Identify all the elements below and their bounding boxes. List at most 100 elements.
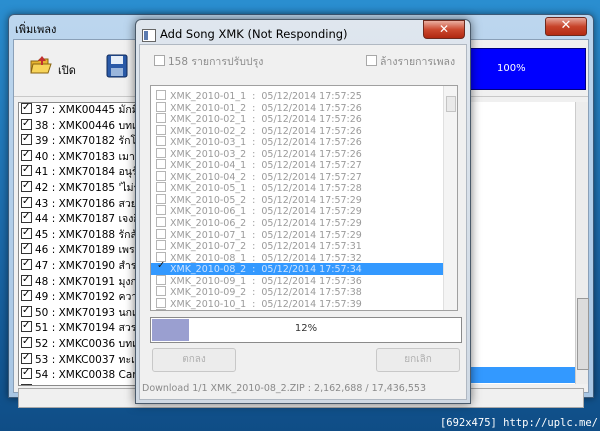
file-list-item[interactable]: XMK_2010-03_1:05/12/2014 17:57:26 — [151, 136, 443, 148]
file-list-item[interactable]: XMK_2010-01_2:05/12/2014 17:57:26 — [151, 101, 443, 114]
song-checkbox[interactable] — [21, 147, 32, 162]
file-checkbox[interactable] — [156, 136, 166, 147]
main-window-close-button[interactable]: ✕ — [545, 17, 587, 36]
song-checkbox[interactable] — [21, 381, 32, 385]
file-list-item[interactable]: XMK_2010-06_1:05/12/2014 17:57:29 — [151, 205, 443, 217]
song-checkbox[interactable] — [21, 178, 32, 194]
file-list-item[interactable]: XMK_2010-05_1:05/12/2014 17:57:28 — [151, 182, 443, 194]
file-checkbox[interactable] — [156, 170, 166, 181]
song-list-item[interactable]: 37 : XMK00445 มักมี — [19, 103, 141, 119]
song-checkbox[interactable] — [21, 225, 32, 240]
file-checkbox[interactable] — [156, 228, 166, 239]
song-checkbox[interactable] — [21, 256, 32, 272]
song-list-item[interactable]: 40 : XMK70183 เมาเ — [19, 147, 141, 166]
song-list-item[interactable]: 49 : XMK70192 ความ — [19, 287, 141, 306]
file-list-item[interactable]: XMK_2010-02_1:05/12/2014 17:57:26 — [151, 113, 443, 125]
file-list-scrollbar[interactable] — [443, 86, 457, 310]
file-list-item[interactable]: XMK_2010-09_2:05/12/2014 17:57:38 — [151, 286, 443, 298]
song-checkbox[interactable] — [21, 162, 32, 178]
file-list-item[interactable]: XMK_2010-08_2:05/12/2014 17:57:34 — [151, 260, 443, 275]
song-checkbox[interactable] — [21, 209, 32, 225]
clear-songs-option[interactable]: ล้างรายการเพลง — [366, 53, 455, 70]
file-date: 05/12/2014 17:57:26 — [261, 125, 362, 137]
file-list-item[interactable]: XMK_2010-04_2:05/12/2014 17:57:27 — [151, 170, 443, 183]
file-list-item[interactable]: XMK_2010-06_2:05/12/2014 17:57:29 — [151, 217, 443, 229]
file-checkbox[interactable] — [156, 309, 166, 310]
dialog-close-button[interactable]: ✕ — [423, 20, 465, 39]
file-checkbox[interactable] — [156, 274, 166, 285]
song-list-item[interactable]: 46 : XMK70189 เพราะ — [19, 240, 141, 259]
file-checkbox[interactable] — [156, 159, 166, 170]
song-label: 52 : XMKC0036 บทเรี — [35, 337, 142, 350]
ok-button[interactable]: ตกลง — [152, 348, 236, 372]
song-checkbox[interactable] — [21, 350, 32, 365]
song-list[interactable]: 37 : XMK00445 มักมี 38 : XMK00446 บทเรี 39… — [18, 102, 142, 386]
file-checkbox[interactable] — [156, 182, 166, 193]
file-checkbox[interactable] — [156, 147, 166, 158]
song-checkbox[interactable] — [21, 103, 32, 116]
song-checkbox[interactable] — [21, 116, 32, 131]
song-list-item[interactable]: 50 : XMK70193 นกเบ — [19, 303, 141, 322]
update-count-checkbox[interactable] — [154, 55, 165, 66]
file-date: 05/12/2014 17:57:29 — [261, 206, 362, 218]
song-list-item[interactable]: 53 : XMKC0037 ทะเล — [19, 350, 141, 369]
song-list-item[interactable]: 39 : XMK70182 รักโก — [19, 131, 141, 150]
song-checkbox[interactable] — [21, 240, 32, 256]
song-checkbox[interactable] — [21, 303, 32, 318]
file-checkbox[interactable] — [156, 193, 166, 204]
song-list-item[interactable]: 43 : XMK70186 สวยใ — [19, 194, 141, 213]
file-date: 05/12/2014 17:57:26 — [261, 114, 362, 126]
file-list[interactable]: XMK_2010-01_1:05/12/2014 17:57:25 XMK_201… — [150, 85, 458, 311]
cancel-button[interactable]: ยกเลิก — [376, 348, 460, 372]
open-button[interactable]: เปิด — [30, 54, 90, 82]
song-list-item[interactable]: 54 : XMKC0038 Can't — [19, 365, 141, 384]
song-list-item[interactable]: 48 : XMK70191 มุงกร — [19, 272, 142, 291]
song-list-scrollbar[interactable] — [575, 102, 589, 384]
file-date: 05/12/2014 17:57:28 — [261, 183, 362, 195]
file-checkbox[interactable] — [156, 297, 166, 308]
file-list-item[interactable]: XMK_2010-05_2:05/12/2014 17:57:29 — [151, 193, 443, 206]
song-checkbox[interactable] — [21, 194, 32, 209]
file-list-item[interactable]: XMK_2010-02_2:05/12/2014 17:57:26 — [151, 124, 443, 137]
file-list-item[interactable]: XMK_2010-04_1:05/12/2014 17:57:27 — [151, 159, 443, 171]
song-checkbox[interactable] — [21, 131, 32, 147]
file-checkbox[interactable] — [156, 101, 166, 112]
scrollbar-thumb[interactable] — [577, 298, 589, 370]
file-list-item[interactable]: XMK_2010-03_2:05/12/2014 17:57:26 — [151, 147, 443, 160]
save-icon[interactable] — [106, 54, 128, 78]
file-checkbox[interactable] — [156, 113, 166, 124]
song-list-item[interactable]: 44 : XMK70187 เจงกิ — [19, 209, 141, 228]
song-list-item[interactable]: 55 : XMKC0039 ชมชู — [19, 381, 141, 385]
clear-songs-checkbox[interactable] — [366, 55, 377, 66]
file-list-item[interactable]: XMK_2010-09_1:05/12/2014 17:57:36 — [151, 274, 443, 287]
song-checkbox[interactable] — [21, 272, 32, 287]
scrollbar-thumb[interactable] — [446, 96, 456, 112]
file-checkbox[interactable] — [156, 240, 166, 251]
song-checkbox[interactable] — [21, 318, 32, 334]
file-list-item[interactable]: XMK_2010-08_1:05/12/2014 17:57:32 — [151, 251, 443, 264]
file-list-item[interactable]: XMK_2010-10_1: 05/12/2014 17:57:39 — [151, 297, 443, 310]
song-checkbox[interactable] — [21, 287, 32, 303]
song-list-item[interactable]: 42 : XMK70185 'ไม่รัก — [19, 178, 141, 197]
file-separator: : — [252, 125, 256, 137]
file-checkbox[interactable] — [156, 286, 166, 297]
file-list-item[interactable]: XMK_2010-07_1:05/12/2014 17:57:29 — [151, 228, 443, 241]
song-checkbox[interactable] — [21, 365, 32, 381]
song-list-item[interactable]: 51 : XMK70194 สวรร — [19, 318, 141, 337]
file-list-item[interactable]: XMK_2010-01_1:05/12/2014 17:57:25 — [151, 90, 443, 102]
song-list-item[interactable]: 47 : XMK70190 สำรว — [19, 256, 141, 275]
song-list-item[interactable]: 45 : XMK70188 รักสับ — [19, 225, 141, 244]
song-list-item[interactable]: 52 : XMKC0036 บทเรี — [19, 334, 142, 353]
song-list-item[interactable]: 38 : XMK00446 บทเรี — [19, 116, 141, 135]
file-checkbox[interactable] — [156, 90, 166, 100]
file-list-item[interactable]: XMK_2010-10_2: 05/12/2014 17:57:40 — [151, 309, 443, 310]
song-checkbox[interactable] — [21, 334, 32, 350]
song-list-item[interactable]: 41 : XMK70184 อนุรัก — [19, 162, 141, 181]
file-checkbox[interactable] — [156, 260, 166, 274]
file-checkbox[interactable] — [156, 217, 166, 228]
file-list-item[interactable]: XMK_2010-07_2:05/12/2014 17:57:31 — [151, 240, 443, 252]
update-count-option[interactable]: 158 รายการปรับปรุง — [154, 53, 263, 70]
file-checkbox[interactable] — [156, 124, 166, 135]
song-label: 48 : XMK70191 มุงกร — [35, 275, 142, 288]
file-checkbox[interactable] — [156, 205, 166, 216]
